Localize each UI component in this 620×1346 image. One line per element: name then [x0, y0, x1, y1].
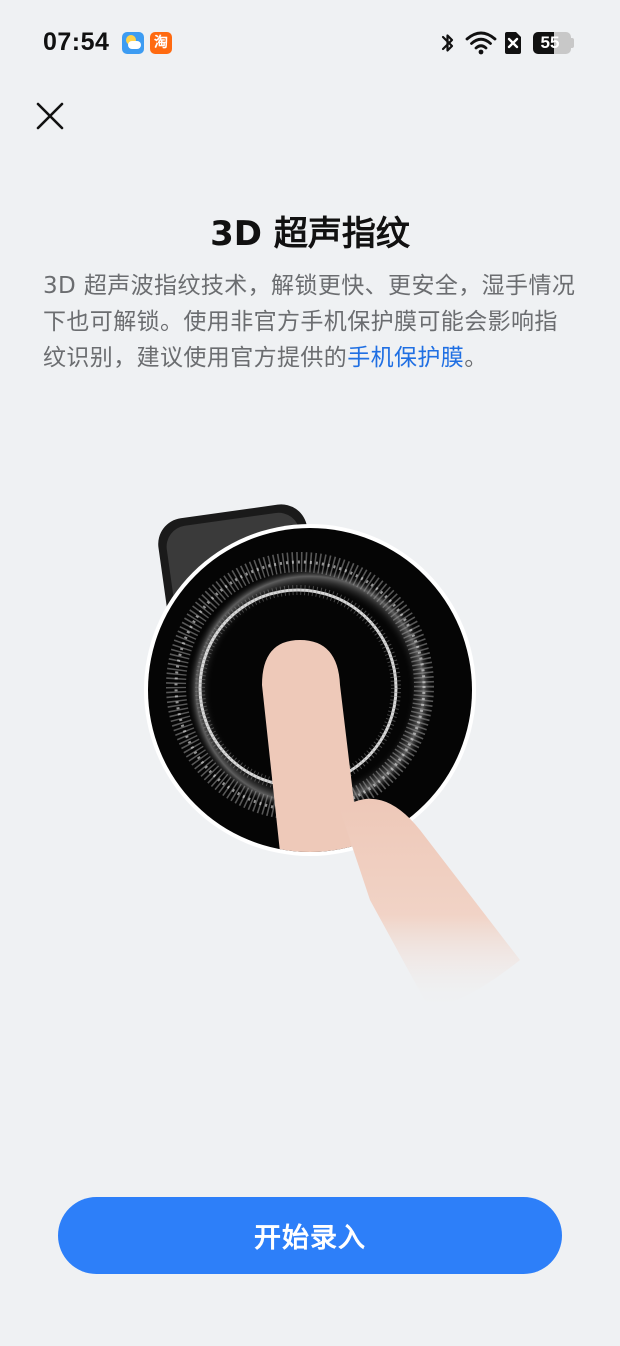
status-bar: 07:54 淘 55	[0, 0, 620, 86]
close-icon	[36, 102, 64, 130]
close-button[interactable]	[30, 96, 70, 136]
weather-icon	[122, 32, 144, 54]
description-end: 。	[464, 345, 488, 371]
start-enroll-button[interactable]: 开始录入	[58, 1197, 562, 1274]
fingerprint-intro-page: 07:54 淘 55 3D 超声指纹 3D 超声波指纹技术，解锁更快、更安全，湿…	[0, 0, 620, 1346]
ultrasonic-scan-circle	[144, 524, 476, 856]
fingerprint-illustration	[144, 504, 520, 1010]
status-time: 07:54	[43, 28, 110, 56]
description: 3D 超声波指纹技术，解锁更快、更安全，湿手情况下也可解锁。使用非官方手机保护膜…	[43, 268, 578, 376]
taobao-icon: 淘	[150, 32, 172, 54]
finger-illustration	[340, 798, 520, 1010]
battery-cap	[571, 38, 574, 48]
page-title: 3D 超声指纹	[210, 214, 410, 254]
wifi-icon	[465, 31, 497, 55]
battery-level: 55	[540, 33, 560, 52]
description-text: 3D 超声波指纹技术，解锁更快、更安全，湿手情况下也可解锁。使用非官方手机保护膜…	[43, 273, 576, 371]
sim-disabled-icon	[505, 32, 521, 54]
bluetooth-icon	[441, 34, 454, 52]
screen-protector-link[interactable]: 手机保护膜	[347, 345, 464, 371]
battery-icon: 55	[533, 32, 571, 54]
